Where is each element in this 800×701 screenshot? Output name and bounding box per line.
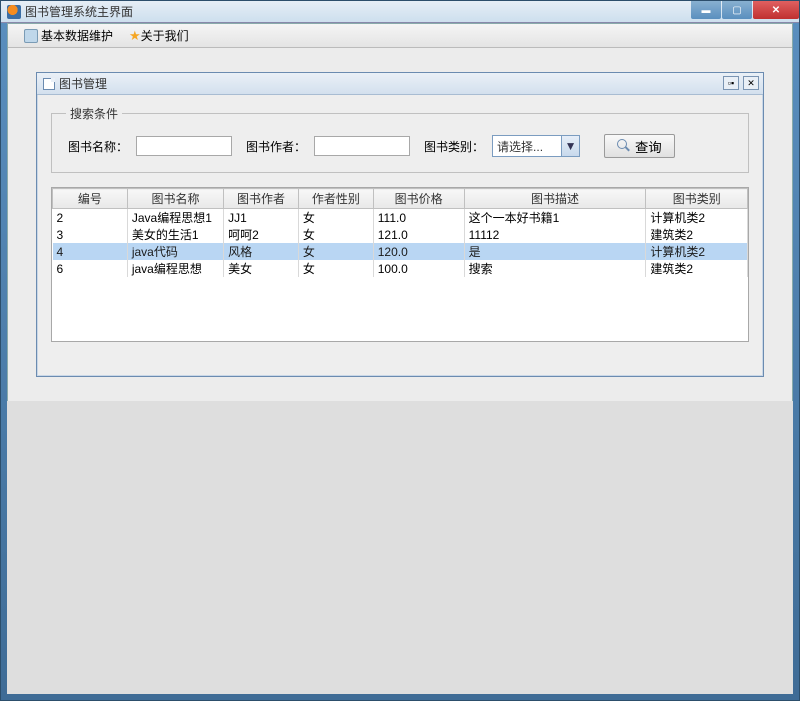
window-title: 图书管理系统主界面 — [25, 3, 133, 20]
minimize-button[interactable] — [691, 1, 721, 19]
cell-category[interactable]: 建筑类2 — [646, 260, 748, 277]
col-id[interactable]: 编号 — [53, 189, 128, 209]
table-row[interactable]: 3美女的生活1呵呵2女121.011112建筑类2 — [53, 226, 748, 243]
book-manage-internal-frame: 图书管理 ▫▪ ✕ 搜索条件 图书名称： 图书作者： — [36, 72, 764, 377]
cell-price[interactable]: 111.0 — [373, 209, 464, 227]
cell-author[interactable]: 美女 — [224, 260, 299, 277]
cell-name[interactable]: java编程思想 — [127, 260, 223, 277]
cell-price[interactable]: 100.0 — [373, 260, 464, 277]
titlebar[interactable]: 图书管理系统主界面 — [1, 1, 799, 23]
menu-basic-data-maintain[interactable]: 基本数据维护 — [16, 25, 121, 46]
cell-name[interactable]: java代码 — [127, 243, 223, 260]
internal-frame-title: 图书管理 — [59, 75, 107, 92]
cell-author[interactable]: 呵呵2 — [224, 226, 299, 243]
cell-gender[interactable]: 女 — [298, 209, 373, 227]
cell-name[interactable]: Java编程思想1 — [127, 209, 223, 227]
cell-desc[interactable]: 11112 — [464, 226, 646, 243]
menu-label: 关于我们 — [141, 27, 189, 44]
results-table: 编号 图书名称 图书作者 作者性别 图书价格 图书描述 图书类别 2Java编程… — [52, 188, 748, 277]
document-icon — [43, 78, 55, 90]
col-author[interactable]: 图书作者 — [224, 189, 299, 209]
combobox-selected: 请选择... — [493, 136, 561, 156]
query-button-label: 查询 — [635, 137, 662, 156]
book-author-input[interactable] — [314, 136, 410, 156]
cell-id[interactable]: 3 — [53, 226, 128, 243]
book-category-label: 图书类别： — [424, 138, 484, 155]
cell-price[interactable]: 120.0 — [373, 243, 464, 260]
cell-author[interactable]: 风格 — [224, 243, 299, 260]
menu-about-us[interactable]: ★ 关于我们 — [121, 25, 197, 46]
results-table-container[interactable]: 编号 图书名称 图书作者 作者性别 图书价格 图书描述 图书类别 2Java编程… — [51, 187, 749, 342]
table-row[interactable]: 4java代码风格女120.0是计算机类2 — [53, 243, 748, 260]
col-desc[interactable]: 图书描述 — [464, 189, 646, 209]
query-button[interactable]: 查询 — [604, 134, 675, 158]
java-icon — [7, 5, 21, 19]
cell-price[interactable]: 121.0 — [373, 226, 464, 243]
search-icon — [617, 139, 631, 153]
cell-category[interactable]: 建筑类2 — [646, 226, 748, 243]
star-icon: ★ — [129, 29, 141, 42]
close-button[interactable] — [753, 1, 799, 19]
maximize-button[interactable] — [722, 1, 752, 19]
book-author-label: 图书作者： — [246, 138, 306, 155]
search-legend: 搜索条件 — [66, 105, 122, 122]
menu-label: 基本数据维护 — [41, 27, 113, 44]
cell-gender[interactable]: 女 — [298, 226, 373, 243]
internal-frame-controls: ▫▪ ✕ — [723, 76, 759, 90]
cell-id[interactable]: 2 — [53, 209, 128, 227]
cell-desc[interactable]: 是 — [464, 243, 646, 260]
internal-close-button[interactable]: ✕ — [743, 76, 759, 90]
cell-id[interactable]: 4 — [53, 243, 128, 260]
book-icon — [24, 29, 38, 43]
table-row[interactable]: 2Java编程思想1JJ1女111.0这个一本好书籍1计算机类2 — [53, 209, 748, 227]
application-window: 图书管理系统主界面 基本数据维护 ★ 关于我们 图书管理 — [0, 0, 800, 701]
table-row[interactable]: 6java编程思想美女女100.0搜索建筑类2 — [53, 260, 748, 277]
book-name-label: 图书名称： — [68, 138, 128, 155]
cell-gender[interactable]: 女 — [298, 260, 373, 277]
book-category-combobox[interactable]: 请选择... ▼ — [492, 135, 580, 157]
cell-author[interactable]: JJ1 — [224, 209, 299, 227]
search-row: 图书名称： 图书作者： 图书类别： 请选择... ▼ 查询 — [66, 134, 734, 158]
cell-id[interactable]: 6 — [53, 260, 128, 277]
internal-frame-body: 搜索条件 图书名称： 图书作者： 图书类别： 请选择... ▼ — [51, 105, 749, 370]
col-name[interactable]: 图书名称 — [127, 189, 223, 209]
cell-name[interactable]: 美女的生活1 — [127, 226, 223, 243]
internal-maximize-button[interactable]: ▫▪ — [723, 76, 739, 90]
cell-desc[interactable]: 搜索 — [464, 260, 646, 277]
cell-desc[interactable]: 这个一本好书籍1 — [464, 209, 646, 227]
background-mask — [7, 401, 793, 694]
col-gender[interactable]: 作者性别 — [298, 189, 373, 209]
search-criteria-panel: 搜索条件 图书名称： 图书作者： 图书类别： 请选择... ▼ — [51, 105, 749, 173]
cell-category[interactable]: 计算机类2 — [646, 209, 748, 227]
cell-category[interactable]: 计算机类2 — [646, 243, 748, 260]
menubar: 基本数据维护 ★ 关于我们 — [8, 24, 792, 48]
window-controls — [690, 1, 799, 19]
cell-gender[interactable]: 女 — [298, 243, 373, 260]
col-category[interactable]: 图书类别 — [646, 189, 748, 209]
table-header-row: 编号 图书名称 图书作者 作者性别 图书价格 图书描述 图书类别 — [53, 189, 748, 209]
col-price[interactable]: 图书价格 — [373, 189, 464, 209]
internal-frame-titlebar[interactable]: 图书管理 ▫▪ ✕ — [37, 73, 763, 95]
book-name-input[interactable] — [136, 136, 232, 156]
chevron-down-icon[interactable]: ▼ — [561, 136, 579, 156]
